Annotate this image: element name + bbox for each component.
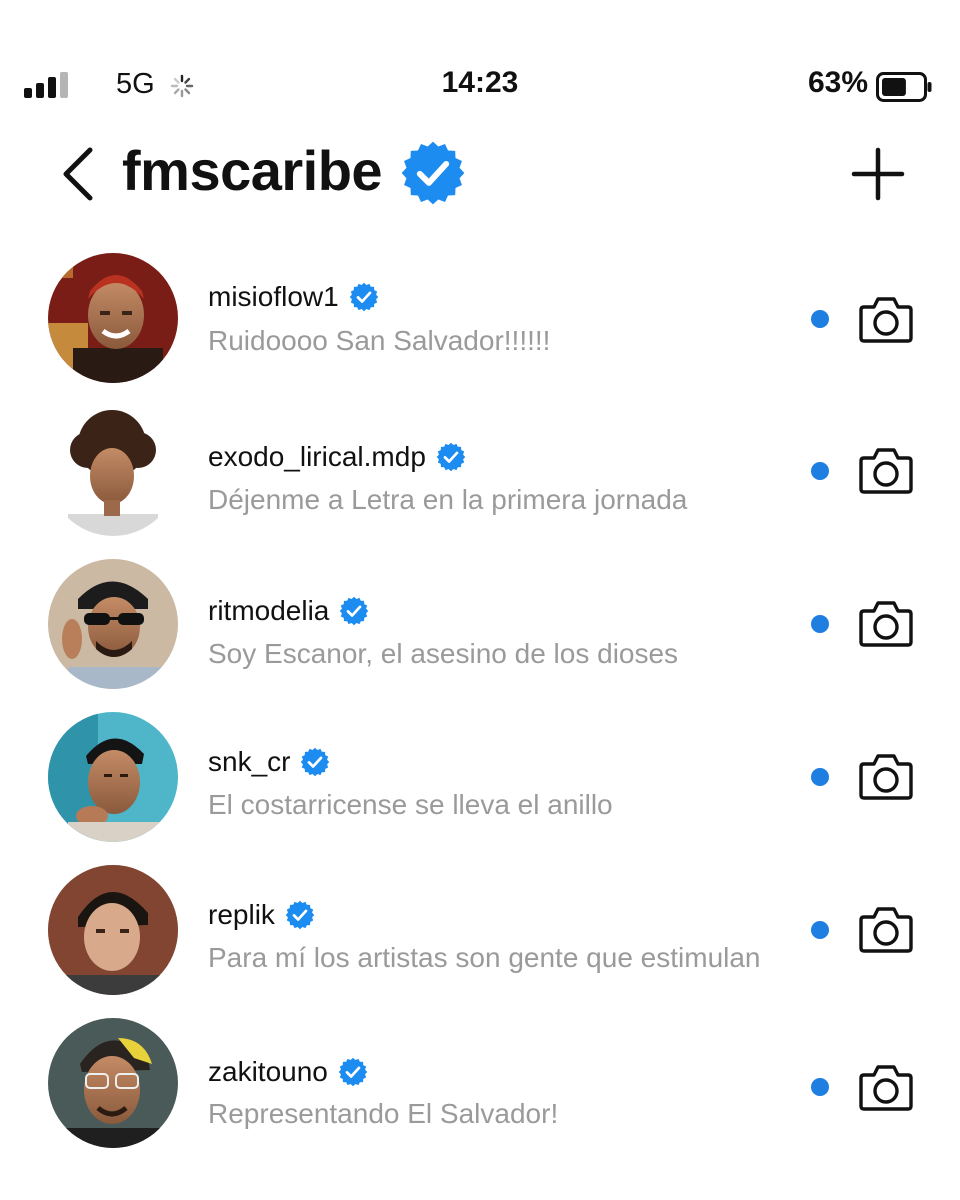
avatar bbox=[48, 1018, 178, 1148]
thread-username: snk_cr bbox=[208, 746, 291, 777]
verified-badge-icon bbox=[348, 282, 379, 312]
avatar bbox=[48, 712, 178, 842]
avatar bbox=[48, 559, 178, 689]
avatar bbox=[48, 406, 178, 536]
camera-icon[interactable] bbox=[858, 905, 914, 955]
thread-username: exodo_lirical.mdp bbox=[208, 441, 426, 472]
thread-name-line: replik bbox=[208, 899, 315, 931]
thread-preview: Ruidoooo San Salvador!!!!!! bbox=[208, 325, 551, 356]
thread-preview: El costarricense se lleva el anillo bbox=[208, 789, 613, 820]
avatar bbox=[48, 253, 178, 383]
thread-name-line: misioflow1 bbox=[208, 281, 379, 313]
verified-badge-icon bbox=[337, 1057, 368, 1087]
thread-username: replik bbox=[208, 899, 275, 930]
page-title: fmscaribe bbox=[122, 139, 383, 202]
verified-badge-icon bbox=[339, 596, 370, 626]
verified-badge-icon bbox=[300, 747, 331, 777]
status-bar: 5G 14:23 63% bbox=[0, 60, 960, 110]
back-chevron-icon[interactable] bbox=[58, 144, 98, 204]
camera-icon[interactable] bbox=[858, 599, 914, 649]
verified-badge-icon bbox=[284, 900, 315, 930]
thread-preview: Para mí los artistas son gente que estim… bbox=[208, 942, 761, 973]
thread-name-line: exodo_lirical.mdp bbox=[208, 441, 466, 473]
camera-icon[interactable] bbox=[858, 446, 914, 496]
thread-name-line: ritmodelia bbox=[208, 595, 370, 627]
unread-dot-icon bbox=[811, 462, 829, 480]
thread-username: ritmodelia bbox=[208, 595, 330, 626]
thread-row[interactable]: zakitouno Representando El Salvador! bbox=[0, 1018, 960, 1158]
thread-name-line: zakitouno bbox=[208, 1056, 368, 1088]
verified-badge-icon bbox=[435, 442, 466, 472]
camera-icon[interactable] bbox=[858, 295, 914, 345]
thread-preview: Soy Escanor, el asesino de los dioses bbox=[208, 638, 679, 669]
thread-preview: Representando El Salvador! bbox=[208, 1098, 559, 1129]
thread-username: zakitouno bbox=[208, 1056, 328, 1087]
unread-dot-icon bbox=[811, 768, 829, 786]
avatar bbox=[48, 865, 178, 995]
thread-row[interactable]: replik Para mí los artistas son gente qu… bbox=[0, 865, 960, 1005]
battery-percentage: 63% bbox=[807, 66, 868, 99]
thread-row[interactable]: misioflow1 Ruidoooo San Salvador!!!!!! bbox=[0, 253, 960, 393]
thread-row[interactable]: ritmodelia Soy Escanor, el asesino de lo… bbox=[0, 559, 960, 699]
unread-dot-icon bbox=[811, 615, 829, 633]
verified-badge-icon bbox=[400, 140, 466, 206]
thread-preview: Déjenme a Letra en la primera jornada bbox=[208, 484, 688, 515]
thread-name-line: snk_cr bbox=[208, 746, 331, 778]
thread-row[interactable]: exodo_lirical.mdp Déjenme a Letra en la … bbox=[0, 406, 960, 546]
battery-icon bbox=[876, 72, 932, 102]
plus-icon[interactable] bbox=[850, 146, 906, 202]
camera-icon[interactable] bbox=[858, 752, 914, 802]
unread-dot-icon bbox=[811, 310, 829, 328]
chat-header: fmscaribe bbox=[0, 130, 960, 220]
unread-dot-icon bbox=[811, 1078, 829, 1096]
thread-row[interactable]: snk_cr El costarricense se lleva el anil… bbox=[0, 712, 960, 852]
unread-dot-icon bbox=[811, 921, 829, 939]
thread-username: misioflow1 bbox=[208, 281, 339, 312]
camera-icon[interactable] bbox=[858, 1063, 914, 1113]
